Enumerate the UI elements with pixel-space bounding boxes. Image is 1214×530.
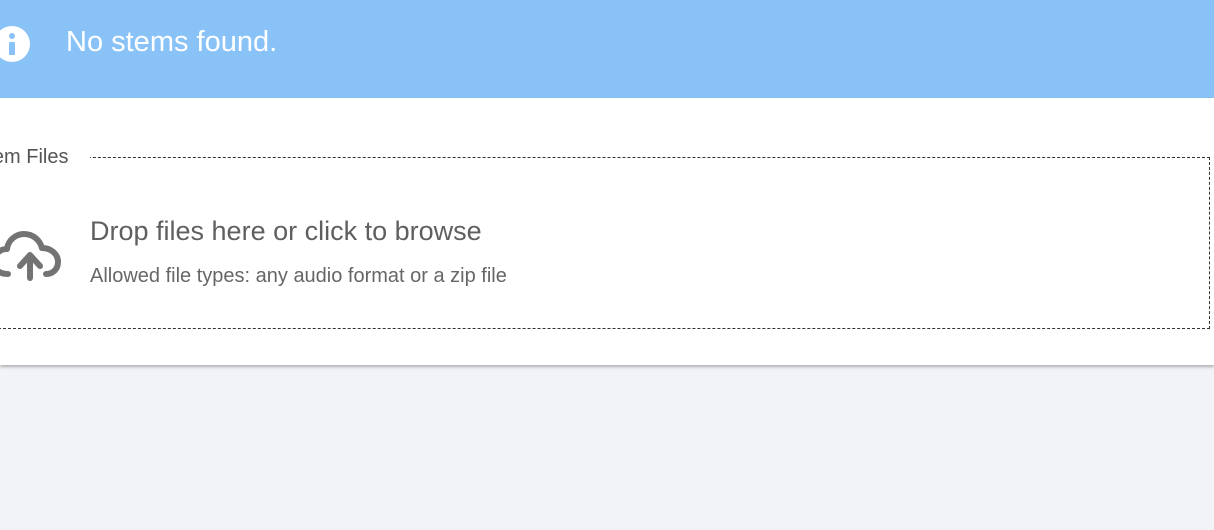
fieldset-legend: Stem Files: [0, 146, 69, 168]
alert-message: No stems found.: [66, 26, 278, 58]
stem-upload-card: Stem Files Drop files here or click to b…: [0, 98, 1214, 365]
alert-banner: No stems found.: [0, 0, 1214, 98]
drop-zone-hint: Allowed file types: any audio format or …: [90, 265, 507, 287]
cloud-upload-icon: [0, 231, 61, 281]
drop-zone-title[interactable]: Drop files here or click to browse: [90, 214, 482, 248]
info-icon: [0, 26, 30, 62]
